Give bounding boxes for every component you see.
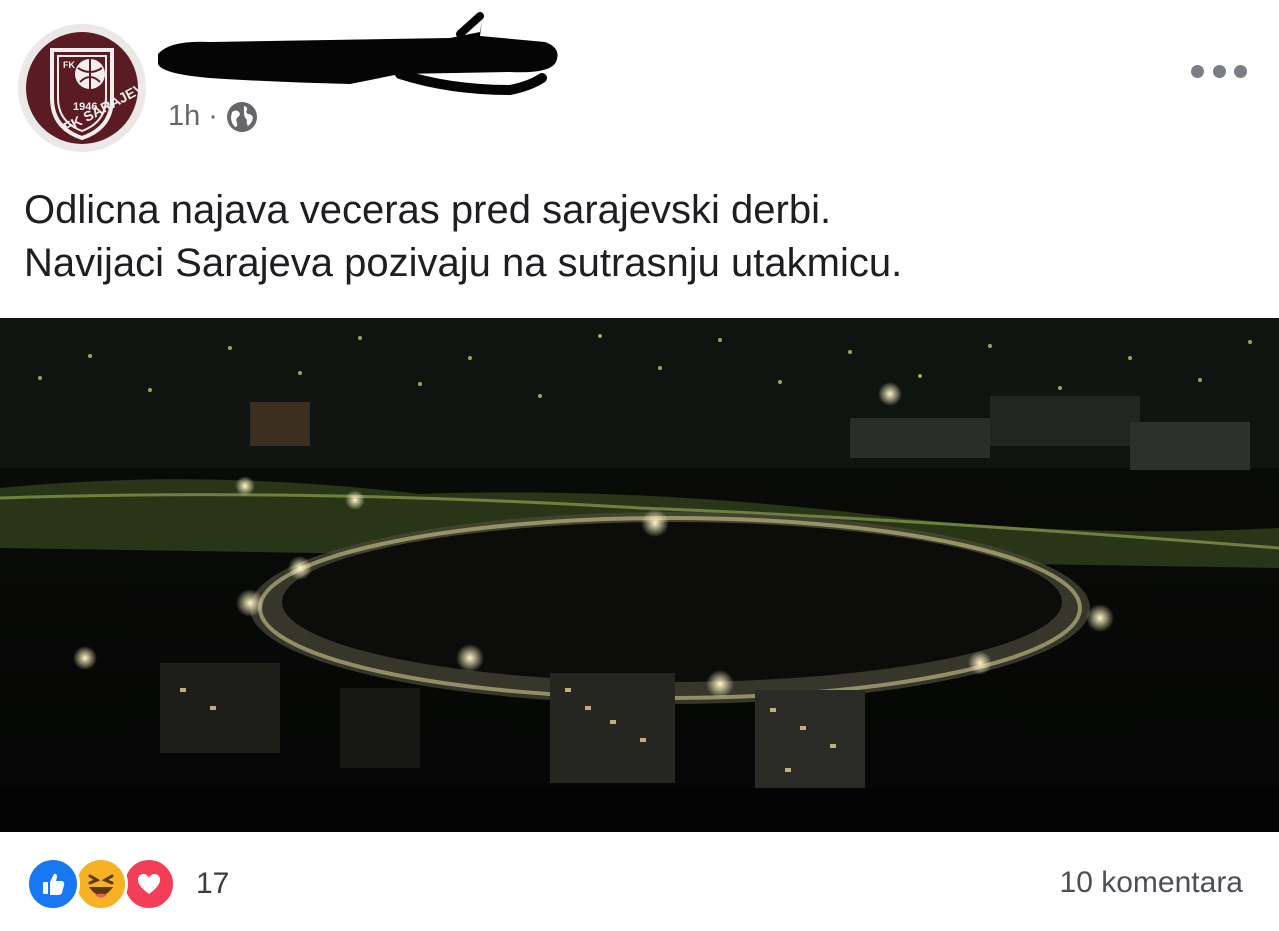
globe-icon xyxy=(226,101,258,133)
reaction-count: 17 xyxy=(196,867,230,900)
meta-separator: · xyxy=(208,100,218,132)
love-icon xyxy=(122,857,176,911)
night-stadium-photo[interactable] xyxy=(0,318,1279,832)
post-text-line: Odlicna najava veceras pred sarajevski d… xyxy=(24,188,832,232)
facebook-post: FK 1946 FK SARAJEVO 1h · Odlicna najava … xyxy=(0,0,1279,931)
reactions-summary[interactable]: 17 xyxy=(26,857,229,911)
dot xyxy=(1191,64,1204,78)
post-text: Odlicna najava veceras pred sarajevski d… xyxy=(24,184,1254,290)
dot xyxy=(1234,64,1247,78)
page-avatar[interactable]: FK 1946 FK SARAJEVO xyxy=(18,24,146,152)
haha-icon xyxy=(74,857,128,911)
dot xyxy=(1212,64,1226,78)
post-meta: 1h · xyxy=(168,100,258,133)
fk-sarajevo-crest-icon: FK 1946 FK SARAJEVO xyxy=(18,24,146,152)
post-timestamp[interactable]: 1h xyxy=(168,100,200,133)
crest-fk-text: FK xyxy=(63,60,75,70)
like-icon xyxy=(26,857,80,911)
comments-link[interactable]: 10 komentara xyxy=(1060,866,1243,900)
post-text-line: Navijaci Sarajeva pozivaju na sutrasnju … xyxy=(24,241,903,285)
more-options-icon[interactable] xyxy=(1191,56,1247,86)
redacted-author-name[interactable] xyxy=(150,12,565,98)
